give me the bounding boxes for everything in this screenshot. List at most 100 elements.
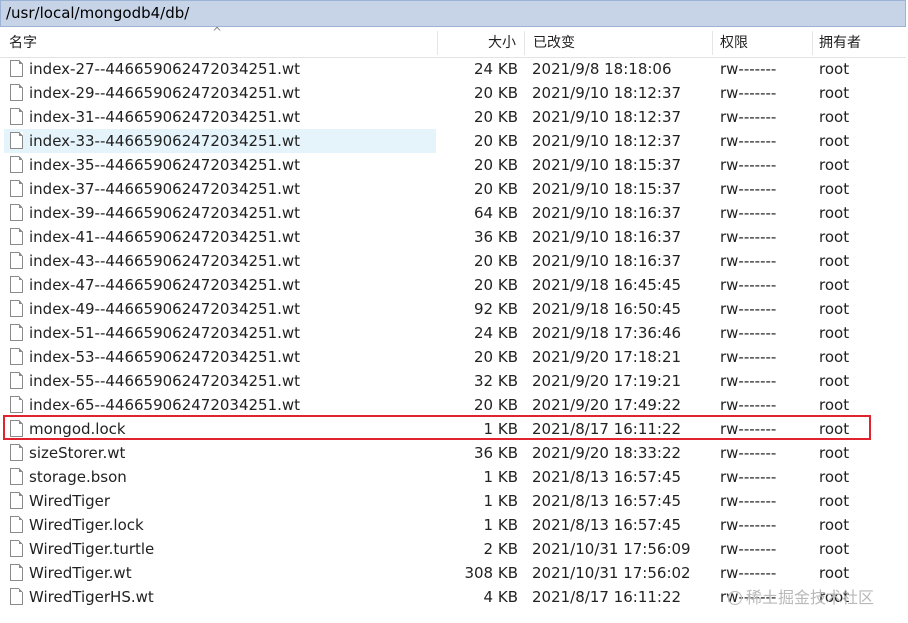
file-size: 1 KB	[483, 516, 518, 534]
file-name: WiredTiger	[29, 492, 111, 510]
file-row[interactable]: index-49--446659062472034251.wt 92 KB 2021…	[0, 297, 906, 321]
file-name: index-53--446659062472034251.wt	[29, 348, 301, 366]
file-name: index-43--446659062472034251.wt	[29, 252, 301, 270]
file-size: 20 KB	[474, 396, 518, 414]
file-row[interactable]: WiredTiger 1 KB 2021/8/13 16:57:45 rw------…	[0, 489, 906, 513]
file-row[interactable]: index-35--446659062472034251.wt 20 KB 2021…	[0, 153, 906, 177]
file-icon	[10, 372, 23, 389]
file-owner: root	[819, 468, 850, 486]
file-modified: 2021/9/10 18:16:37	[532, 252, 682, 270]
column-header-modified[interactable]: 已改变	[533, 29, 575, 57]
file-icon	[10, 396, 23, 413]
file-icon	[10, 132, 23, 149]
file-row[interactable]: index-55--446659062472034251.wt 32 KB 2021…	[0, 369, 906, 393]
file-row[interactable]: index-33--446659062472034251.wt 20 KB 2021…	[0, 129, 906, 153]
file-permissions: rw-------	[720, 540, 777, 558]
file-size: 92 KB	[474, 300, 518, 318]
file-owner: root	[819, 156, 850, 174]
file-permissions: rw-------	[720, 396, 777, 414]
file-row[interactable]: index-37--446659062472034251.wt 20 KB 2021…	[0, 177, 906, 201]
file-size: 1 KB	[483, 468, 518, 486]
file-name: index-27--446659062472034251.wt	[29, 60, 301, 78]
column-divider[interactable]	[524, 31, 525, 55]
file-row[interactable]: index-39--446659062472034251.wt 64 KB 2021…	[0, 201, 906, 225]
file-permissions: rw-------	[720, 156, 777, 174]
file-size: 4 KB	[483, 588, 518, 606]
file-permissions: rw-------	[720, 84, 777, 102]
file-icon	[10, 180, 23, 197]
file-icon	[10, 516, 23, 533]
file-name: WiredTigerHS.wt	[29, 588, 154, 606]
file-permissions: rw-------	[720, 300, 777, 318]
column-header-permissions[interactable]: 权限	[720, 29, 748, 57]
sort-ascending-icon: ^	[212, 25, 223, 39]
file-row[interactable]: WiredTiger.turtle 2 KB 2021/10/31 17:56:09…	[0, 537, 906, 561]
column-header-name[interactable]: 名字	[9, 29, 37, 57]
file-row[interactable]: index-51--446659062472034251.wt 24 KB 2021…	[0, 321, 906, 345]
file-owner: root	[819, 180, 850, 198]
file-icon	[10, 300, 23, 317]
column-divider[interactable]	[712, 31, 713, 55]
file-size: 36 KB	[474, 228, 518, 246]
file-row[interactable]: index-41--446659062472034251.wt 36 KB 2021…	[0, 225, 906, 249]
file-permissions: rw-------	[720, 516, 777, 534]
file-permissions: rw-------	[720, 132, 777, 150]
file-row[interactable]: index-47--446659062472034251.wt 20 KB 2021…	[0, 273, 906, 297]
column-header-size[interactable]: 大小	[488, 29, 516, 57]
file-size: 24 KB	[474, 324, 518, 342]
file-permissions: rw-------	[720, 348, 777, 366]
file-row[interactable]: index-27--446659062472034251.wt 24 KB 2021…	[0, 57, 906, 81]
file-owner: root	[819, 444, 850, 462]
column-divider[interactable]	[812, 31, 813, 55]
file-size: 36 KB	[474, 444, 518, 462]
file-modified: 2021/9/10 18:12:37	[532, 132, 682, 150]
watermark-text: 稀土掘金技术社区	[746, 588, 875, 607]
file-modified: 2021/9/18 16:50:45	[532, 300, 682, 318]
file-size: 20 KB	[474, 108, 518, 126]
file-name: index-65--446659062472034251.wt	[29, 396, 301, 414]
file-permissions: rw-------	[720, 252, 777, 270]
file-owner: root	[819, 372, 850, 390]
file-owner: root	[819, 300, 850, 318]
file-row[interactable]: index-53--446659062472034251.wt 20 KB 2021…	[0, 345, 906, 369]
file-modified: 2021/9/20 17:19:21	[532, 372, 682, 390]
file-size: 24 KB	[474, 60, 518, 78]
column-divider[interactable]	[437, 31, 438, 55]
file-permissions: rw-------	[720, 276, 777, 294]
file-row[interactable]: index-65--446659062472034251.wt 20 KB 2021…	[0, 393, 906, 417]
file-modified: 2021/9/20 18:33:22	[532, 444, 682, 462]
file-icon	[10, 540, 23, 557]
file-size: 64 KB	[474, 204, 518, 222]
file-modified: 2021/8/13 16:57:45	[532, 468, 682, 486]
file-name: index-55--446659062472034251.wt	[29, 372, 301, 390]
file-row[interactable]: index-43--446659062472034251.wt 20 KB 2021…	[0, 249, 906, 273]
file-permissions: rw-------	[720, 228, 777, 246]
file-name: storage.bson	[29, 468, 127, 486]
file-icon	[10, 84, 23, 101]
file-modified: 2021/9/10 18:12:37	[532, 108, 682, 126]
file-row[interactable]: WiredTiger.wt 308 KB 2021/10/31 17:56:02 rw…	[0, 561, 906, 585]
file-icon	[10, 156, 23, 173]
file-row[interactable]: index-29--446659062472034251.wt 20 KB 2021…	[0, 81, 906, 105]
file-name: index-37--446659062472034251.wt	[29, 180, 301, 198]
file-modified: 2021/10/31 17:56:09	[532, 540, 691, 558]
file-owner: root	[819, 84, 850, 102]
file-icon	[10, 348, 23, 365]
file-size: 20 KB	[474, 348, 518, 366]
file-name: sizeStorer.wt	[29, 444, 126, 462]
file-modified: 2021/9/10 18:16:37	[532, 228, 682, 246]
file-row[interactable]: sizeStorer.wt 36 KB 2021/9/20 18:33:22 rw--…	[0, 441, 906, 465]
file-permissions: rw-------	[720, 444, 777, 462]
column-header-owner[interactable]: 拥有者	[819, 29, 861, 57]
file-permissions: rw-------	[720, 60, 777, 78]
file-owner: root	[819, 108, 850, 126]
file-owner: root	[819, 132, 850, 150]
file-row[interactable]: WiredTiger.lock 1 KB 2021/8/13 16:57:45 rw-…	[0, 513, 906, 537]
file-row[interactable]: index-31--446659062472034251.wt 20 KB 2021…	[0, 105, 906, 129]
path-bar[interactable]: /usr/local/mongodb4/db/	[0, 0, 906, 27]
file-modified: 2021/9/10 18:16:37	[532, 204, 682, 222]
file-name: index-29--446659062472034251.wt	[29, 84, 301, 102]
file-permissions: rw-------	[720, 372, 777, 390]
file-row[interactable]: storage.bson 1 KB 2021/8/13 16:57:45 rw----…	[0, 465, 906, 489]
file-owner: root	[819, 348, 850, 366]
